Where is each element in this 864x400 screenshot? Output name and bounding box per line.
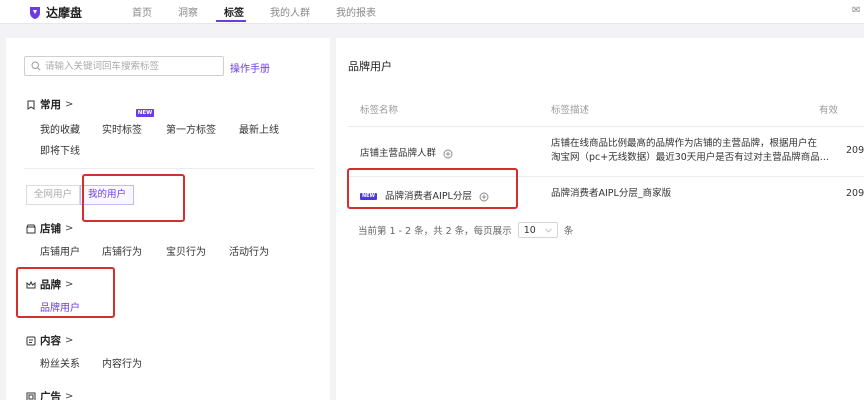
tag-brand-users[interactable]: 品牌用户 — [40, 299, 80, 314]
tag-going-offline[interactable]: 即将下线 — [40, 142, 80, 157]
pagination: 当前第 1 - 2 条，共 2 条，每页展示 10 条 — [358, 222, 573, 238]
ad-icon — [26, 392, 36, 400]
crown-icon — [26, 280, 36, 288]
table-row-name[interactable]: 店铺主营品牌人群 — [360, 145, 453, 159]
pagination-summary: 当前第 1 - 2 条，共 2 条，每页展示 — [358, 226, 512, 237]
nav-tags[interactable]: 标签 — [224, 4, 244, 19]
row-divider — [348, 176, 864, 177]
tag-name[interactable]: 店铺主营品牌人群 — [360, 148, 436, 159]
category-content[interactable]: 内容 > — [26, 333, 73, 348]
category-content-label: 内容 — [40, 335, 61, 347]
tag-fan-relationship[interactable]: 粉丝关系 — [40, 355, 80, 370]
nav-home[interactable]: 首页 — [132, 4, 152, 19]
nav-my-crowds[interactable]: 我的人群 — [270, 4, 310, 19]
tag-search-box[interactable] — [24, 56, 224, 76]
tag-name[interactable]: 品牌消费者AIPL分层 — [385, 191, 472, 202]
add-circle-icon[interactable] — [479, 192, 489, 202]
table-row-count: 209 — [846, 145, 864, 156]
page-size-select[interactable]: 10 — [517, 222, 558, 238]
table-row-name[interactable]: NEW 品牌消费者AIPL分层 — [360, 188, 489, 202]
logo[interactable]: 达摩盘 — [28, 4, 82, 21]
category-ads[interactable]: 广告 > — [26, 389, 73, 400]
tag-latest-online[interactable]: 最新上线 — [239, 121, 279, 136]
nav-insight[interactable]: 洞察 — [178, 4, 198, 19]
pagination-unit: 条 — [563, 226, 574, 237]
category-brand[interactable]: 品牌 > — [26, 277, 73, 292]
nav-my-reports[interactable]: 我的报表 — [336, 4, 376, 19]
table-row-count: 209 — [846, 188, 864, 199]
new-badge: NEW — [136, 109, 154, 117]
top-navigation: 达摩盘 首页 洞察 标签 我的人群 我的报表 ✉ — [0, 0, 864, 24]
column-header-name: 标签名称 — [360, 105, 399, 116]
content-icon — [26, 336, 36, 345]
chevron-right-icon: > — [65, 335, 74, 346]
table-row-desc: 店铺在线商品比例最高的品牌作为店铺的主营品牌，根据用户在 淘宝网（pc+无线数据… — [551, 137, 841, 165]
logo-icon — [30, 7, 40, 19]
tag-list-panel: 品牌用户 标签名称 标签描述 有效 店铺主营品牌人群 店铺在线商品比例最高的品牌… — [336, 38, 864, 400]
tag-activity-behavior[interactable]: 活动行为 — [229, 243, 269, 258]
tag-search-input[interactable] — [45, 60, 215, 72]
column-header-desc: 标签描述 — [551, 105, 590, 116]
user-scope-toggle: 全网用户 我的用户 — [26, 185, 135, 205]
chevron-right-icon: > — [65, 391, 74, 400]
chevron-right-icon: > — [65, 99, 74, 110]
tag-category-panel: 操作手册 常用 > NEW 我的收藏 实时标签 第一方标签 最新上线 即将下线 … — [6, 38, 330, 400]
bookmark-icon — [27, 100, 35, 110]
header-divider — [348, 126, 864, 127]
table-row-desc: 品牌消费者AIPL分层_商家版 — [551, 187, 841, 201]
page-size-value: 10 — [523, 224, 536, 236]
category-brand-label: 品牌 — [40, 279, 61, 291]
add-circle-icon[interactable] — [443, 149, 453, 159]
tag-item-behavior[interactable]: 宝贝行为 — [166, 243, 206, 258]
chevron-right-icon: > — [65, 279, 74, 290]
toggle-my-users[interactable]: 我的用户 — [80, 185, 135, 205]
tag-content-behavior[interactable]: 内容行为 — [102, 355, 142, 370]
active-tab-indicator — [216, 20, 246, 22]
tag-store-behavior[interactable]: 店铺行为 — [102, 243, 142, 258]
category-common-label: 常用 — [40, 99, 61, 111]
tag-realtime[interactable]: 实时标签 — [102, 121, 142, 136]
chevron-down-icon — [544, 227, 552, 233]
mail-icon[interactable]: ✉ — [852, 5, 860, 16]
toggle-all-users[interactable]: 全网用户 — [26, 185, 81, 205]
category-store[interactable]: 店铺 > — [26, 221, 73, 236]
desc-line: 店铺在线商品比例最高的品牌作为店铺的主营品牌，根据用户在 — [551, 138, 818, 149]
divider — [24, 168, 314, 169]
new-badge: NEW — [360, 193, 377, 200]
column-header-valid: 有效 — [819, 105, 839, 116]
category-store-label: 店铺 — [40, 223, 61, 235]
search-icon — [31, 61, 41, 71]
category-common[interactable]: 常用 > — [26, 97, 73, 112]
desc-line: 淘宝网（pc+无线数据）最近30天用户是否有过对主营品牌商品... — [551, 152, 829, 163]
tag-first-party[interactable]: 第一方标签 — [166, 121, 216, 136]
logo-text: 达摩盘 — [46, 6, 83, 20]
list-title: 品牌用户 — [348, 60, 392, 73]
tag-store-users[interactable]: 店铺用户 — [40, 243, 80, 258]
store-icon — [26, 224, 36, 233]
desc-line: 品牌消费者AIPL分层_商家版 — [551, 188, 672, 199]
chevron-right-icon: > — [65, 223, 74, 234]
category-ads-label: 广告 — [40, 391, 61, 400]
manual-link[interactable]: 操作手册 — [230, 60, 270, 75]
tag-my-favorites[interactable]: 我的收藏 — [40, 121, 80, 136]
